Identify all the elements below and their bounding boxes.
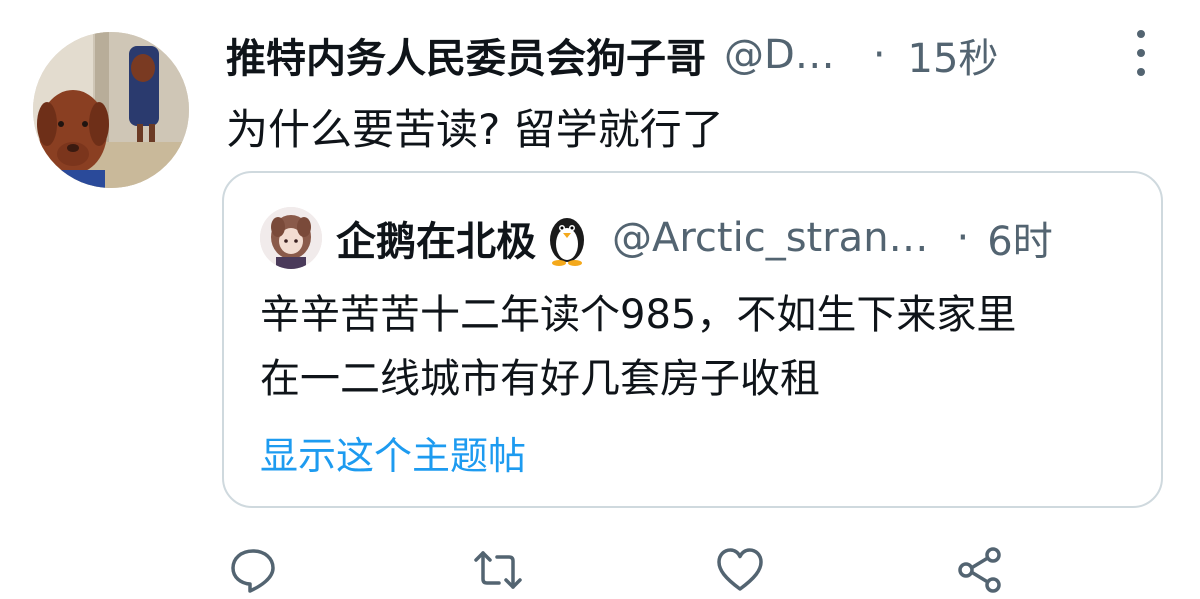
avatar[interactable]	[33, 32, 189, 188]
reply-icon	[231, 549, 275, 593]
quoted-user-handle[interactable]: @Arctic_stran…	[612, 215, 929, 261]
reply-button[interactable]	[228, 545, 278, 595]
more-dot-icon	[1137, 68, 1145, 76]
show-thread-link[interactable]: 显示这个主题帖	[260, 425, 526, 480]
share-button[interactable]	[955, 545, 1005, 595]
tweet-text: 为什么要苦读? 留学就行了	[226, 105, 724, 154]
more-dot-icon	[1137, 30, 1145, 38]
like-button[interactable]	[715, 545, 765, 595]
quoted-text-line: 辛辛苦苦十二年读个985，不如生下来家里	[260, 292, 1017, 338]
more-dot-icon	[1137, 49, 1145, 57]
quoted-display-name[interactable]: 企鹅在北极	[336, 209, 536, 267]
display-name[interactable]: 推特内务人民委员会狗子哥	[226, 26, 706, 84]
tweet-actions	[0, 545, 1200, 595]
quoted-tweet-timestamp[interactable]: 6时	[987, 209, 1052, 267]
tweet-timestamp[interactable]: 15秒	[908, 26, 999, 84]
quoted-avatar-image	[260, 207, 322, 269]
tweet-header: 推特内务人民委员会狗子哥 @D… · 15秒	[226, 20, 1106, 90]
penguin-icon	[550, 218, 584, 266]
share-icon	[958, 547, 1001, 593]
retweet-button[interactable]	[473, 545, 523, 595]
quoted-avatar[interactable]	[260, 207, 322, 269]
quoted-separator-dot: ·	[956, 215, 970, 261]
separator-dot: ·	[872, 32, 886, 78]
more-options-button[interactable]	[1126, 30, 1156, 76]
quoted-text-line: 在一二线城市有好几套房子收租	[260, 356, 820, 402]
avatar-image	[33, 32, 189, 188]
retweet-icon	[474, 551, 522, 589]
user-handle[interactable]: @D…	[724, 32, 835, 78]
quoted-tweet-text: 辛辛苦苦十二年读个985，不如生下来家里 在一二线城市有好几套房子收租	[260, 283, 1140, 411]
like-icon	[717, 548, 763, 591]
quoted-tweet-card[interactable]: 企鹅在北极 @Arctic_stran… · 6时 辛辛苦苦十二年读个985，不…	[222, 171, 1163, 508]
quoted-tweet-header: 企鹅在北极 @Arctic_stran… · 6时	[336, 203, 1053, 273]
